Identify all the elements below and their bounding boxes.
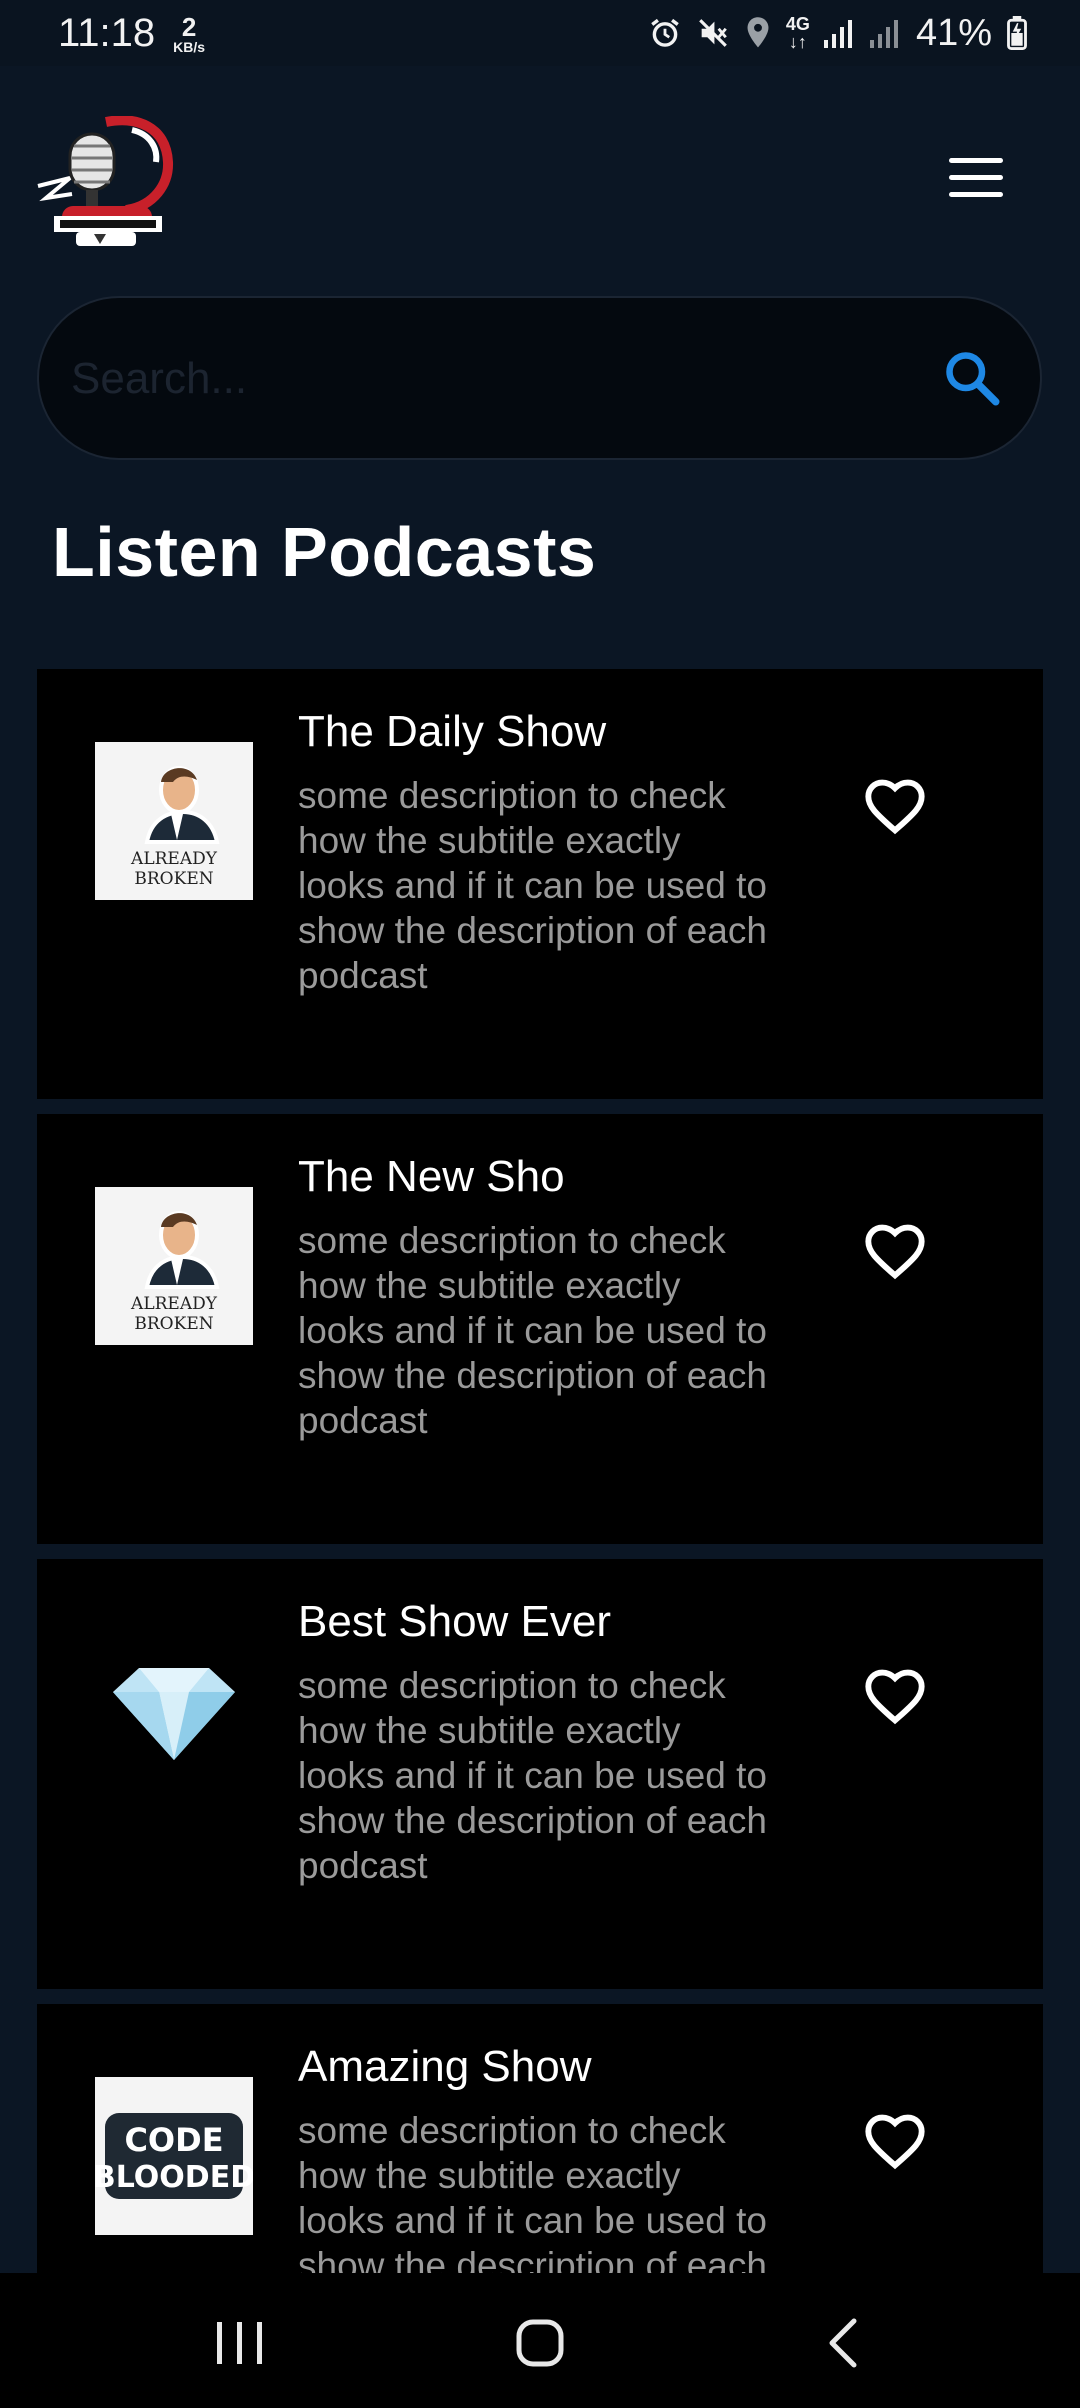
heart-outline-icon[interactable] xyxy=(863,775,927,835)
already-broken-cover-icon: ALREADY BROKEN xyxy=(95,1187,253,1345)
heart-outline-icon[interactable] xyxy=(863,1220,927,1280)
system-nav-bar xyxy=(0,2273,1080,2408)
search-bar[interactable] xyxy=(37,296,1042,460)
podcast-card[interactable]: CODE BLOODED Amazing Show some descripti… xyxy=(37,2004,1043,2273)
already-broken-cover-icon: ALREADY BROKEN xyxy=(95,742,253,900)
podcast-artwork xyxy=(95,1632,253,1790)
network-type: 4G ↓↑ xyxy=(786,15,810,51)
artwork-text: ALREADY xyxy=(130,1294,218,1314)
podcast-artwork: ALREADY BROKEN xyxy=(95,1187,253,1345)
home-button[interactable] xyxy=(500,2303,580,2383)
artwork-text: BLOODED xyxy=(95,2160,253,2195)
back-button[interactable] xyxy=(804,2303,884,2383)
podcast-description: some description to check how the subtit… xyxy=(298,775,767,996)
mute-icon xyxy=(699,19,727,47)
data-rate: 2 KB/s xyxy=(173,14,205,54)
podcast-title[interactable]: The New Sho xyxy=(298,1152,565,1202)
back-icon xyxy=(829,2318,857,2368)
app-logo[interactable] xyxy=(36,115,180,250)
app-screen: 11:18 2 KB/s 4G ↓↑ 41% Search... Listen … xyxy=(0,0,1080,2408)
artwork-text: ALREADY xyxy=(130,849,218,869)
podcast-title[interactable]: Amazing Show xyxy=(298,2042,591,2092)
status-bar: 11:18 2 KB/s 4G ↓↑ 41% xyxy=(0,0,1080,66)
artwork-text: CODE xyxy=(124,2121,223,2159)
data-rate-unit: KB/s xyxy=(173,39,206,55)
page-title: Listen Podcasts xyxy=(52,513,597,591)
podcast-artwork: ALREADY BROKEN xyxy=(95,742,253,900)
menu-button[interactable] xyxy=(944,158,1008,208)
podcast-artwork: CODE BLOODED xyxy=(95,2077,253,2235)
podcast-description: some description to check how the subtit… xyxy=(298,1665,767,1886)
podcast-list[interactable]: ALREADY BROKEN The Daily Show some descr… xyxy=(37,669,1043,2273)
status-time: 11:18 xyxy=(58,10,156,55)
search-input[interactable] xyxy=(69,298,953,460)
alarm-icon xyxy=(651,18,679,47)
podcast-description: some description to check how the subtit… xyxy=(298,1220,767,1441)
heart-outline-icon[interactable] xyxy=(863,2110,927,2170)
data-arrows-icon: ↓↑ xyxy=(788,32,807,52)
status-left: 11:18 2 KB/s xyxy=(58,11,205,56)
network-label: 4G xyxy=(785,14,810,34)
podcast-description: some description to check how the subtit… xyxy=(298,2110,767,2273)
status-right: 4G ↓↑ 41% xyxy=(648,12,1028,55)
data-rate-value: 2 xyxy=(181,12,197,42)
artwork-text: BROKEN xyxy=(134,1314,213,1334)
hamburger-menu-icon xyxy=(944,158,1008,197)
code-blooded-cover-icon: CODE BLOODED xyxy=(95,2077,253,2235)
podcast-card[interactable]: ALREADY BROKEN The Daily Show some descr… xyxy=(37,669,1043,1099)
signal-secondary-icon xyxy=(869,20,898,48)
location-icon xyxy=(747,17,769,48)
recent-apps-button[interactable] xyxy=(200,2303,280,2383)
podcast-card[interactable]: Best Show Ever some description to check… xyxy=(37,1559,1043,1989)
recent-apps-icon xyxy=(217,2322,262,2364)
signal-icon xyxy=(823,20,852,48)
home-icon xyxy=(516,2319,564,2367)
artwork-text: BROKEN xyxy=(134,869,213,889)
podcast-title[interactable]: The Daily Show xyxy=(298,707,606,757)
podcast-title[interactable]: Best Show Ever xyxy=(298,1597,611,1647)
battery-percent: 41% xyxy=(915,11,992,54)
podcast-card[interactable]: ALREADY BROKEN The New Sho some descript… xyxy=(37,1114,1043,1544)
battery-icon xyxy=(1007,16,1027,50)
heart-outline-icon[interactable] xyxy=(863,1665,927,1725)
microphone-logo-icon xyxy=(37,115,173,246)
diamond-cover-icon xyxy=(113,1668,235,1760)
search-icon[interactable] xyxy=(942,348,1002,408)
